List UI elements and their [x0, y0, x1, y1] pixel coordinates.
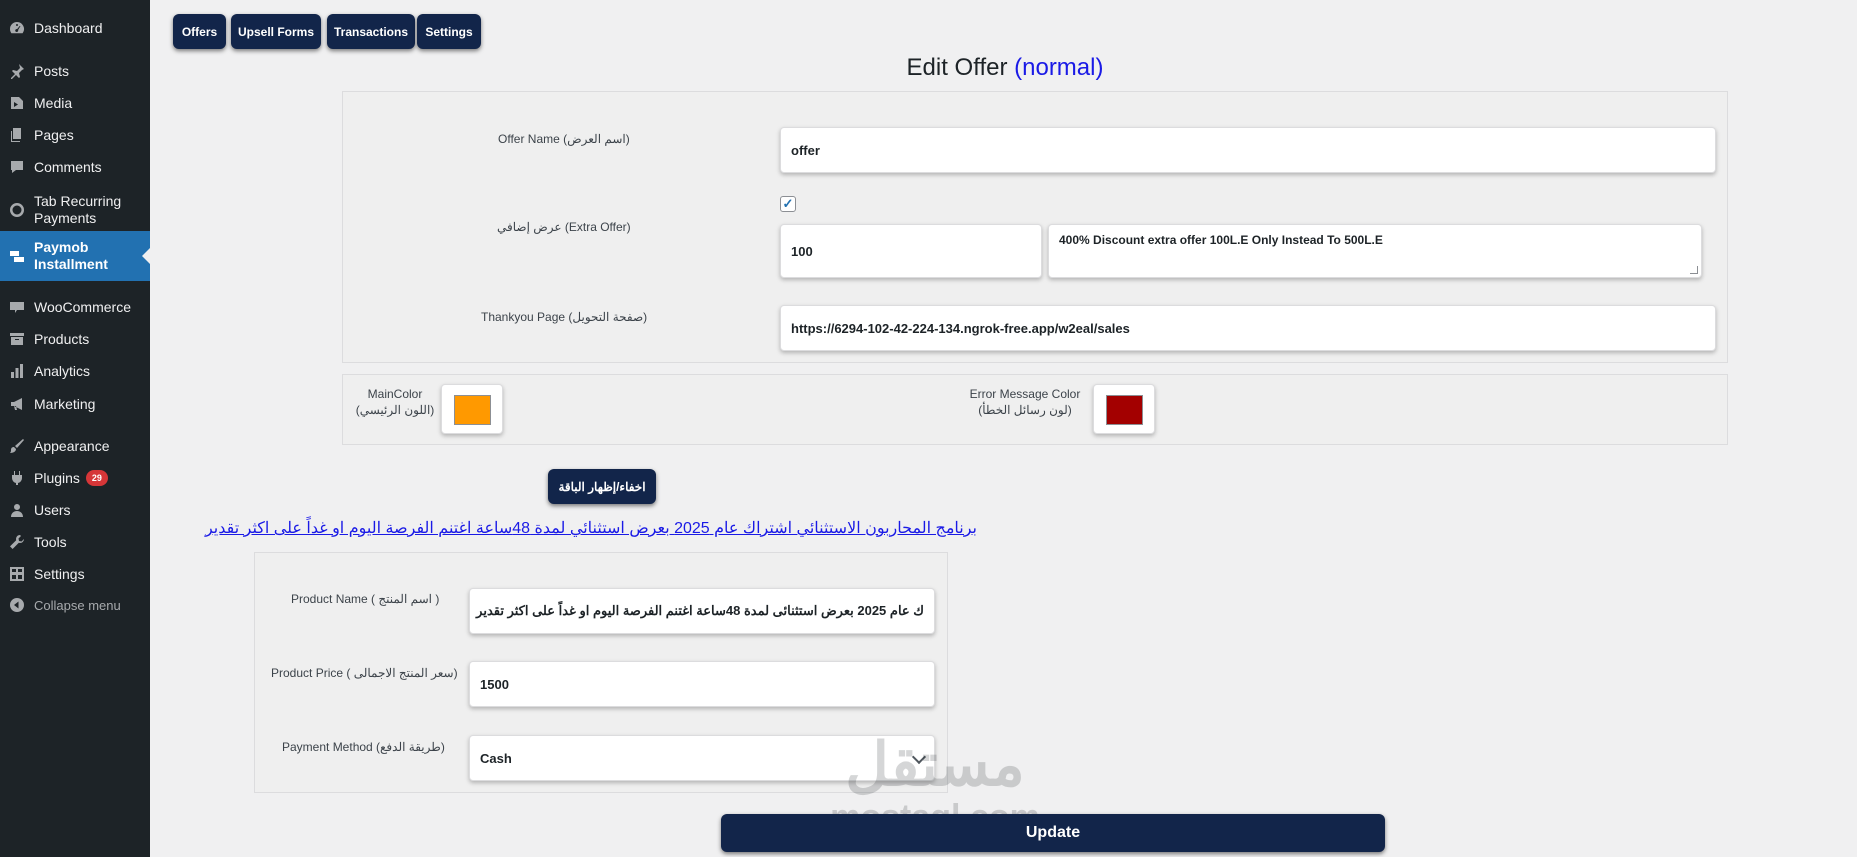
sidebar-item-products[interactable]: Products: [0, 327, 150, 351]
woo-icon: [8, 298, 26, 316]
offer-type-label: (normal): [1014, 54, 1104, 81]
sidebar-item-label: Settings: [34, 566, 85, 582]
comment-icon: [8, 158, 26, 176]
page-title-text: Edit Offer: [906, 54, 1008, 81]
sidebar-item-label: Paymob Installment: [34, 239, 108, 272]
sidebar-item-label: Collapse menu: [34, 597, 121, 613]
sidebar-item-label: WooCommerce: [34, 299, 131, 315]
collapse-menu-button[interactable]: Collapse menu: [0, 593, 150, 617]
error-color-label: Error Message Color (لون رسائل الخطأ): [960, 386, 1090, 418]
sidebar-item-woocommerce[interactable]: WooCommerce: [0, 295, 150, 319]
archive-icon: [8, 330, 26, 348]
thankyou-page-label: Thankyou Page (صفحة التحويل): [481, 310, 648, 324]
sidebar-item-media[interactable]: Media: [0, 91, 150, 115]
settings-icon: [8, 565, 26, 583]
sidebar-item-label: Plugins: [34, 470, 80, 486]
extra-offer-text-area[interactable]: 400% Discount extra offer 100L.E Only In…: [1048, 224, 1702, 278]
user-icon: [8, 501, 26, 519]
tab-offers[interactable]: Offers: [173, 14, 226, 49]
main-color-swatch: [454, 395, 491, 425]
sidebar-item-analytics[interactable]: Analytics: [0, 359, 150, 383]
sidebar-item-tools[interactable]: Tools: [0, 530, 150, 554]
thankyou-page-input[interactable]: https://6294-102-42-224-134.ngrok-free.a…: [780, 305, 1716, 351]
product-price-label: Product Price ( سعر المنتج الاجمالى): [271, 666, 458, 680]
sidebar-item-label: Tools: [34, 534, 67, 550]
payment-method-select[interactable]: Cash: [469, 735, 935, 781]
plug-icon: [8, 469, 26, 487]
main-color-label-ar: (اللون الرئيسي): [355, 403, 435, 417]
extra-offer-checkbox[interactable]: ✓: [780, 196, 796, 212]
error-color-swatch: [1106, 395, 1143, 425]
sidebar-item-label: Users: [34, 502, 71, 518]
sidebar-item-appearance[interactable]: Appearance: [0, 434, 150, 458]
sidebar-item-pages[interactable]: Pages: [0, 123, 150, 147]
offer-name-input[interactable]: offer: [780, 127, 1716, 173]
extra-offer-text: 400% Discount extra offer 100L.E Only In…: [1059, 233, 1383, 247]
media-icon: [8, 94, 26, 112]
main-color-label-en: MainColor: [367, 387, 423, 401]
sidebar-item-label: Dashboard: [34, 20, 103, 36]
sidebar-item-marketing[interactable]: Marketing: [0, 392, 150, 416]
sidebar-item-label: Tab Recurring Payments: [34, 193, 122, 226]
megaphone-icon: [8, 395, 26, 413]
wrench-icon: [8, 533, 26, 551]
tab-upsell-forms[interactable]: Upsell Forms: [231, 14, 321, 49]
error-color-picker[interactable]: [1093, 384, 1155, 434]
payment-method-label: Payment Method (طريقة الدفع): [282, 740, 445, 754]
update-button[interactable]: Update: [721, 814, 1385, 852]
product-price-input[interactable]: 1500: [469, 661, 935, 707]
resize-handle-icon[interactable]: [1690, 266, 1698, 274]
sidebar-item-paymob-installment[interactable]: Paymob Installment: [0, 231, 150, 281]
extra-offer-label: عرض إضافي (Extra Offer): [497, 220, 631, 234]
sidebar-item-users[interactable]: Users: [0, 498, 150, 522]
main-color-label: MainColor (اللون الرئيسي): [350, 386, 440, 418]
plugins-update-badge: 29: [85, 470, 108, 486]
page-title: Edit Offer (normal): [0, 54, 1857, 82]
circle-icon: [8, 201, 26, 219]
sidebar-item-dashboard[interactable]: Dashboard: [0, 16, 150, 40]
error-color-label-ar: (لون رسائل الخطأ): [978, 403, 1072, 417]
offer-name-label: Offer Name (اسم العرض): [498, 132, 630, 146]
chevron-down-icon: [911, 749, 927, 765]
product-name-input[interactable]: ك عام 2025 بعرض استثنائى لمدة 48ساعة اغت…: [469, 588, 935, 634]
paymob-icon: [8, 247, 26, 265]
sidebar-item-settings[interactable]: Settings: [0, 562, 150, 586]
admin-sidebar: Dashboard Posts Media Pages Comments Tab…: [0, 0, 150, 857]
extra-offer-amount-input[interactable]: 100: [780, 224, 1042, 278]
dashboard-icon: [8, 19, 26, 37]
brush-icon: [8, 437, 26, 455]
product-link[interactable]: برنامج المحاربون الاستثنائي اشتراك عام 2…: [205, 518, 977, 538]
pages-icon: [8, 126, 26, 144]
sidebar-item-plugins[interactable]: Plugins 29: [0, 466, 150, 490]
sidebar-item-label: Pages: [34, 127, 74, 143]
sidebar-item-tab-recurring-payments[interactable]: Tab Recurring Payments: [0, 190, 150, 230]
bar-chart-icon: [8, 362, 26, 380]
sidebar-item-label: Marketing: [34, 396, 96, 412]
main-color-picker[interactable]: [441, 384, 503, 434]
collapse-icon: [8, 596, 26, 614]
tab-transactions[interactable]: Transactions: [327, 14, 415, 49]
toggle-package-button[interactable]: اخفاء/إظهار الباقة: [548, 469, 656, 504]
product-name-label: Product Name ( اسم المنتج ): [291, 592, 440, 606]
error-color-label-en: Error Message Color: [969, 387, 1081, 401]
sidebar-item-label: Products: [34, 331, 90, 347]
sidebar-item-comments[interactable]: Comments: [0, 155, 150, 179]
sidebar-item-label: Comments: [34, 159, 102, 175]
payment-method-value: Cash: [480, 750, 512, 766]
sidebar-item-label: Appearance: [34, 438, 110, 454]
sidebar-item-label: Analytics: [34, 363, 91, 379]
tab-settings[interactable]: Settings: [417, 14, 481, 49]
sidebar-item-label: Media: [34, 95, 73, 111]
